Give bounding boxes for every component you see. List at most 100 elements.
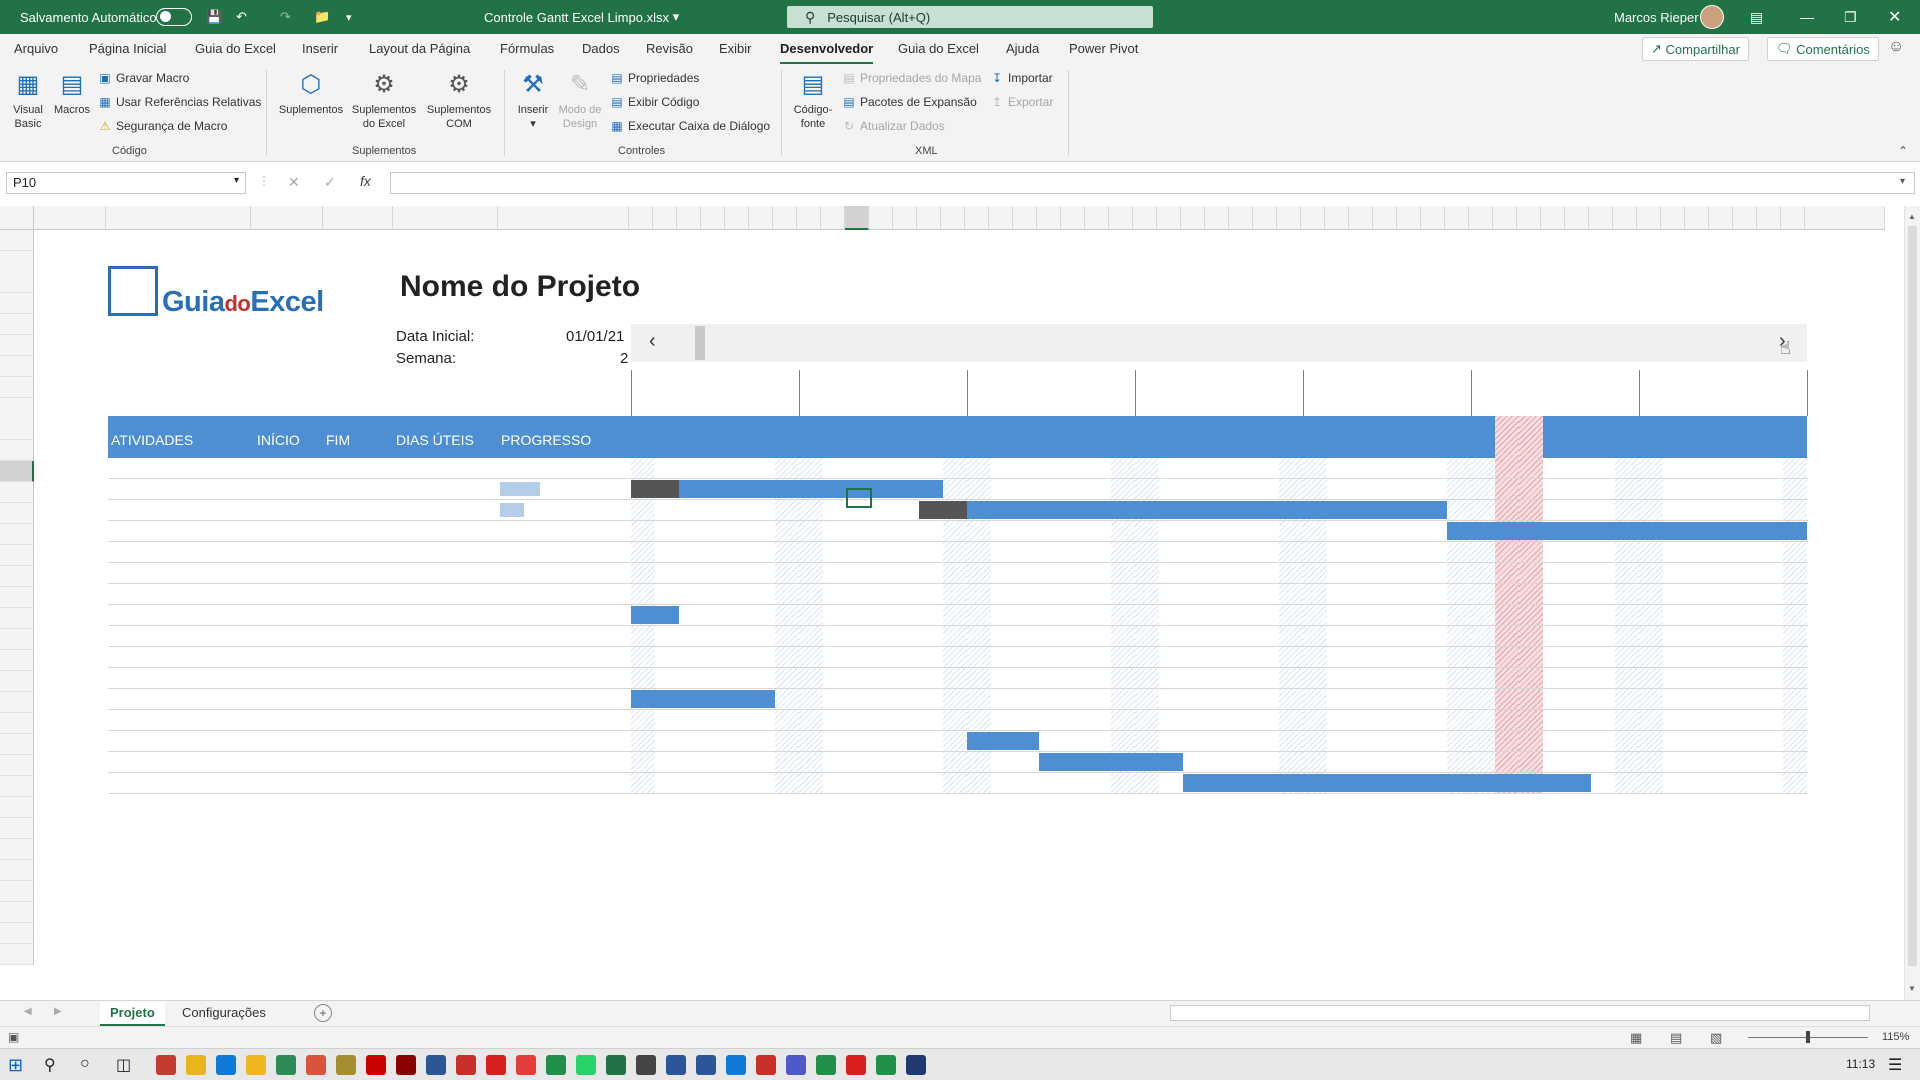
column-header-o[interactable]	[821, 206, 845, 230]
row-header-23[interactable]	[0, 734, 34, 755]
column-header-ab[interactable]	[1133, 206, 1157, 230]
tab-pagina-inicial[interactable]: Página Inicial	[89, 41, 166, 56]
macro-security-button[interactable]: ⚠ Segurança de Macro	[98, 119, 228, 133]
row-header-22[interactable]	[0, 713, 34, 734]
export-button[interactable]: ↥ Exportar	[990, 95, 1053, 109]
column-header-a[interactable]	[34, 206, 106, 230]
scroll-up-icon[interactable]: ▲	[1908, 212, 1916, 221]
gantt-bar[interactable]	[919, 501, 1447, 519]
avatar[interactable]	[1700, 0, 1724, 34]
taskbar-app-icon[interactable]	[906, 1055, 926, 1075]
suplementos-button[interactable]: ⬡ Suplementos	[274, 70, 348, 117]
row-header-9[interactable]	[0, 440, 34, 461]
tab-power-pivot[interactable]: Power Pivot	[1069, 41, 1138, 56]
column-header-ak[interactable]	[1349, 206, 1373, 230]
column-header-bd[interactable]	[1805, 206, 1885, 230]
next-sheet-icon[interactable]: ▶	[54, 1006, 62, 1017]
cortana-icon[interactable]: ○	[80, 1055, 90, 1073]
taskbar-app-icon[interactable]	[396, 1055, 416, 1075]
restore-icon[interactable]: ❐	[1844, 0, 1857, 34]
column-header-bb[interactable]	[1757, 206, 1781, 230]
column-header-x[interactable]	[1037, 206, 1061, 230]
name-box[interactable]: P10 ▾	[6, 172, 246, 194]
column-header-z[interactable]	[1085, 206, 1109, 230]
row-header-24[interactable]	[0, 755, 34, 776]
row-header-16[interactable]	[0, 587, 34, 608]
row-header-3[interactable]	[0, 293, 34, 314]
row-header-10[interactable]	[0, 461, 34, 482]
column-header-av[interactable]	[1613, 206, 1637, 230]
row-header-18[interactable]	[0, 629, 34, 650]
taskbar-app-icon[interactable]	[606, 1055, 626, 1075]
taskbar-app-icon[interactable]	[216, 1055, 236, 1075]
row-header-20[interactable]	[0, 671, 34, 692]
taskbar-app-icon[interactable]	[756, 1055, 776, 1075]
start-date-value[interactable]: 01/01/21	[566, 328, 624, 345]
row-header-1[interactable]	[0, 230, 34, 251]
scroll-left-icon[interactable]: ‹	[649, 330, 656, 353]
page-layout-icon[interactable]: ▤	[1670, 1030, 1682, 1046]
gantt-bar[interactable]	[631, 606, 679, 624]
tab-layout[interactable]: Layout da Página	[369, 41, 470, 56]
collapse-ribbon-icon[interactable]: ⌃	[1898, 144, 1908, 158]
column-header-al[interactable]	[1373, 206, 1397, 230]
comments-button[interactable]: 🗨 Comentários	[1767, 37, 1879, 61]
source-code-button[interactable]: ▤ Código-fonte	[790, 70, 836, 131]
row-header-13[interactable]	[0, 524, 34, 545]
column-header-at[interactable]	[1565, 206, 1589, 230]
row-header-32[interactable]	[0, 923, 34, 944]
import-button[interactable]: ↧ Importar	[990, 71, 1053, 85]
row-header-11[interactable]	[0, 482, 34, 503]
row-header-5[interactable]	[0, 335, 34, 356]
taskbar-app-icon[interactable]	[456, 1055, 476, 1075]
column-header-ae[interactable]	[1205, 206, 1229, 230]
column-header-b[interactable]	[106, 206, 251, 230]
macros-button[interactable]: ▤ Macros	[52, 70, 92, 117]
tab-dados[interactable]: Dados	[582, 41, 620, 56]
column-header-p[interactable]	[845, 206, 869, 230]
row-header-29[interactable]	[0, 860, 34, 881]
column-header-u[interactable]	[965, 206, 989, 230]
windows-start-icon[interactable]: ⊞	[8, 1055, 23, 1076]
column-header-d[interactable]	[323, 206, 393, 230]
zoom-level[interactable]: 115%	[1882, 1031, 1909, 1043]
scroll-thumb[interactable]	[695, 326, 705, 360]
tab-inserir[interactable]: Inserir	[302, 41, 338, 56]
scroll-down-icon[interactable]: ▼	[1908, 984, 1916, 993]
row-header-8[interactable]	[0, 398, 34, 440]
insert-function-icon[interactable]: fx	[360, 173, 371, 189]
column-header-aa[interactable]	[1109, 206, 1133, 230]
taskbar-app-icon[interactable]	[666, 1055, 686, 1075]
close-icon[interactable]: ✕	[1888, 0, 1901, 34]
sheet-tab-projeto[interactable]: Projeto	[100, 1001, 165, 1026]
row-header-26[interactable]	[0, 797, 34, 818]
horizontal-scrollbar[interactable]	[1170, 1005, 1870, 1021]
column-header-g[interactable]	[629, 206, 653, 230]
tab-guia-do-excel-2[interactable]: Guia do Excel	[898, 41, 979, 56]
normal-view-icon[interactable]: ▦	[1630, 1030, 1642, 1046]
column-header-v[interactable]	[989, 206, 1013, 230]
row-header-21[interactable]	[0, 692, 34, 713]
column-header-c[interactable]	[251, 206, 323, 230]
zoom-slider-thumb[interactable]	[1806, 1031, 1810, 1043]
taskbar-app-icon[interactable]	[516, 1055, 536, 1075]
column-header-ao[interactable]	[1445, 206, 1469, 230]
task-view-icon[interactable]: ◫	[116, 1055, 131, 1075]
record-macro-button[interactable]: ▣ Gravar Macro	[98, 71, 189, 85]
design-mode-button[interactable]: ✎ Modo de Design	[554, 70, 606, 131]
row-header-4[interactable]	[0, 314, 34, 335]
column-header-s[interactable]	[917, 206, 941, 230]
smiley-feedback-icon[interactable]: ☺	[1888, 38, 1904, 56]
taskbar-app-icon[interactable]	[336, 1055, 356, 1075]
gantt-bar[interactable]	[1039, 753, 1183, 771]
file-name[interactable]: Controle Gantt Excel Limpo.xlsx ▾	[484, 0, 679, 34]
tab-guia-do-excel[interactable]: Guia do Excel	[195, 41, 276, 56]
column-header-e[interactable]	[393, 206, 498, 230]
clock[interactable]: 11:13	[1846, 1057, 1875, 1071]
vertical-scrollbar[interactable]: ▲ ▼	[1904, 206, 1920, 1000]
expansion-packs-button[interactable]: ▤ Pacotes de Expansão	[842, 95, 976, 109]
column-header-au[interactable]	[1589, 206, 1613, 230]
notifications-icon[interactable]: ☰	[1888, 1055, 1902, 1075]
taskbar-app-icon[interactable]	[726, 1055, 746, 1075]
row-header-14[interactable]	[0, 545, 34, 566]
